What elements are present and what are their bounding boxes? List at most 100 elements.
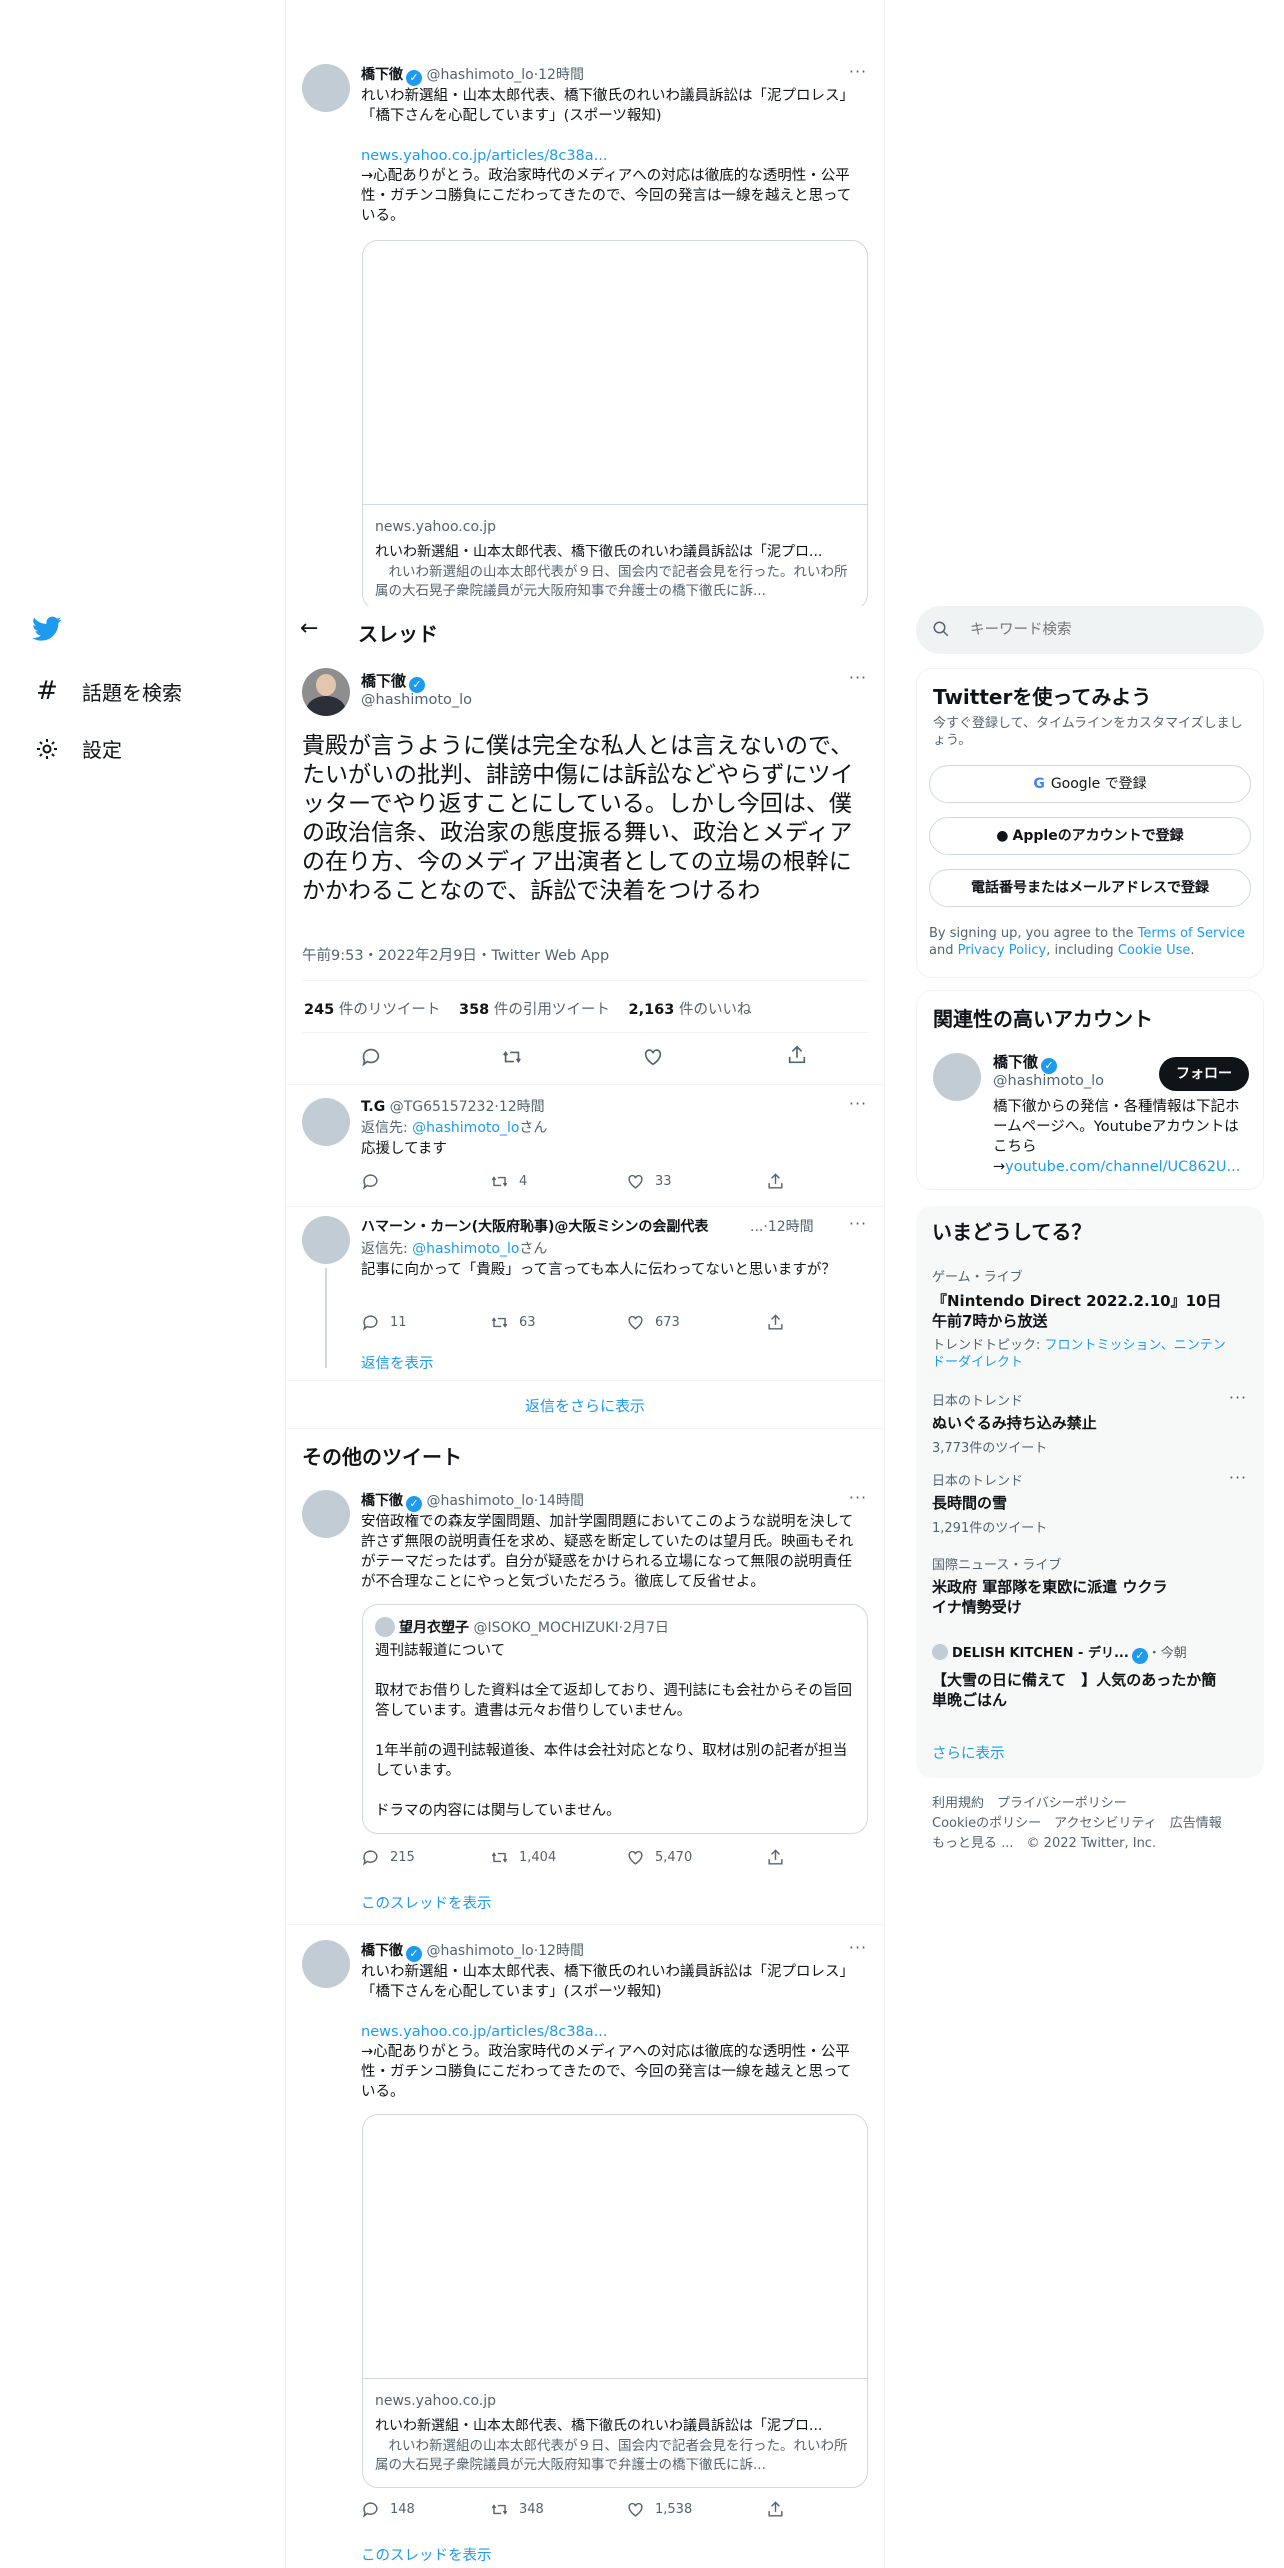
like-stat[interactable]: 2,163 件のいいね bbox=[629, 1002, 752, 1018]
avatar[interactable] bbox=[302, 64, 350, 112]
search-bar[interactable] bbox=[916, 606, 1264, 654]
author-name[interactable]: 橋下徹 bbox=[361, 1493, 403, 1509]
search-input[interactable] bbox=[970, 618, 1250, 642]
related-name[interactable]: 橋下徹 bbox=[993, 1053, 1038, 1071]
retweet-stat[interactable]: 245 件のリツイート bbox=[304, 1002, 440, 1018]
author-handle[interactable]: @hashimoto_lo bbox=[426, 1943, 533, 1959]
quote-stat[interactable]: 358 件の引用ツイート bbox=[459, 1002, 610, 1018]
quoted-tweet[interactable]: 望月衣塑子 @ISOKO_MOCHIZUKI·2月7日 週刊誌報道について 取材… bbox=[362, 1604, 868, 1834]
cookie-link[interactable]: Cookie Use bbox=[1118, 943, 1191, 958]
more-options-icon[interactable]: ··· bbox=[848, 64, 868, 86]
tweet-time[interactable]: 12時間 bbox=[538, 1943, 584, 1959]
reply-button[interactable]: 11 bbox=[361, 1313, 407, 1332]
share-button[interactable] bbox=[766, 1172, 785, 1191]
google-signup-button[interactable]: G Google で登録 bbox=[929, 765, 1251, 803]
footer-ads-link[interactable]: 広告情報 bbox=[1170, 1816, 1222, 1831]
reply-to-link[interactable]: @hashimoto_lo bbox=[412, 1120, 519, 1136]
reply-icon[interactable] bbox=[360, 1046, 382, 1072]
retweet-icon[interactable] bbox=[500, 1046, 524, 1072]
like-button[interactable]: 1,538 bbox=[626, 2500, 692, 2519]
link-card[interactable]: news.yahoo.co.jp れいわ新選組・山本太郎代表、橋下徹氏のれいわ議… bbox=[362, 240, 868, 610]
footer-cookie-link[interactable]: Cookieのポリシー bbox=[932, 1816, 1041, 1831]
more-options-icon[interactable]: ··· bbox=[848, 1096, 868, 1118]
more-options-icon[interactable]: ··· bbox=[1228, 1470, 1248, 1492]
like-button[interactable]: 33 bbox=[626, 1172, 672, 1191]
show-replies-link[interactable]: 返信を表示 bbox=[361, 1352, 434, 1373]
nav-explore[interactable]: # 話題を検索 bbox=[32, 676, 182, 706]
tweet-link[interactable]: news.yahoo.co.jp/articles/8c38a... bbox=[361, 2022, 608, 2042]
avatar[interactable] bbox=[302, 1216, 350, 1264]
reply-to-link[interactable]: @hashimoto_lo bbox=[412, 1241, 519, 1257]
tweet-link[interactable]: news.yahoo.co.jp/articles/8c38a... bbox=[361, 146, 608, 166]
author-name[interactable]: 橋下徹 bbox=[361, 1943, 403, 1959]
author-handle[interactable]: @hashimoto_lo bbox=[426, 1493, 533, 1509]
author-name[interactable]: T.G bbox=[361, 1099, 385, 1115]
author-name[interactable]: ハマーン・カーン(大阪府恥事)@大阪ミシンの会副代表 bbox=[361, 1219, 708, 1235]
share-button[interactable] bbox=[766, 1313, 785, 1332]
retweet-button[interactable]: 1,404 bbox=[490, 1848, 556, 1867]
avatar[interactable] bbox=[302, 1940, 350, 1988]
related-handle[interactable]: @hashimoto_lo bbox=[993, 1073, 1104, 1089]
more-options-icon[interactable]: ··· bbox=[848, 1490, 868, 1512]
show-more-replies-link[interactable]: 返信をさらに表示 bbox=[286, 1395, 884, 1416]
tweet-time[interactable]: 12時間 bbox=[538, 67, 584, 83]
reply-button[interactable] bbox=[361, 1172, 390, 1191]
author-handle[interactable]: ... bbox=[750, 1219, 763, 1235]
like-icon[interactable] bbox=[642, 1046, 664, 1072]
more-options-icon[interactable]: ··· bbox=[848, 1940, 868, 1962]
back-arrow-icon[interactable]: ← bbox=[300, 616, 318, 641]
related-name-row[interactable]: 橋下徹 ✓ bbox=[993, 1051, 1058, 1074]
footer-terms-link[interactable]: 利用規約 bbox=[932, 1796, 984, 1811]
trend-item[interactable]: DELISH KITCHEN - デリ... ✓ ・今朝 【大雪の日に備えて 】人気… bbox=[932, 1644, 1232, 1710]
show-thread-link[interactable]: このスレッドを表示 bbox=[361, 1892, 492, 1913]
nav-settings[interactable]: 設定 bbox=[32, 734, 122, 763]
footer-accessibility-link[interactable]: アクセシビリティ bbox=[1054, 1816, 1157, 1831]
footer-privacy-link[interactable]: プライバシーポリシー bbox=[997, 1796, 1127, 1811]
retweet-button[interactable]: 4 bbox=[490, 1172, 527, 1191]
more-options-icon[interactable]: ··· bbox=[848, 670, 868, 692]
reply-button[interactable]: 148 bbox=[361, 2500, 415, 2519]
avatar[interactable] bbox=[302, 1098, 350, 1146]
author-handle[interactable]: @hashimoto_lo bbox=[426, 67, 533, 83]
trend-item[interactable]: ゲーム・ライブ 『Nintendo Direct 2022.2.10』10日午前… bbox=[932, 1266, 1232, 1371]
link-card[interactable]: news.yahoo.co.jp れいわ新選組・山本太郎代表、橋下徹氏のれいわ議… bbox=[362, 2114, 868, 2488]
share-icon[interactable] bbox=[786, 1044, 808, 1070]
avatar[interactable] bbox=[302, 668, 350, 716]
tweet-time[interactable]: 12時間 bbox=[768, 1219, 814, 1235]
author-name[interactable]: 橋下徹 bbox=[361, 672, 406, 690]
author-name[interactable]: 橋下徹 bbox=[361, 67, 403, 83]
trend-item[interactable]: 日本のトレンド 長時間の雪 1,291件のツイート bbox=[932, 1470, 1232, 1536]
tweet-time[interactable]: 14時間 bbox=[538, 1493, 584, 1509]
like-button[interactable]: 673 bbox=[626, 1313, 680, 1332]
card-description: れいわ新選組の山本太郎代表が９日、国会内で記者会見を行った。れいわ所属の大石晃子… bbox=[375, 564, 848, 599]
share-button[interactable] bbox=[766, 2500, 785, 2519]
trend-item[interactable]: 国際ニュース・ライブ 米政府 軍部隊を東欧に派遣 ウクライナ情勢受け bbox=[932, 1554, 1172, 1617]
trend-item[interactable]: 日本のトレンド ぬいぐるみ持ち込み禁止 3,773件のツイート bbox=[932, 1390, 1232, 1456]
apple-signup-button[interactable]: ● Appleのアカウントで登録 bbox=[929, 817, 1251, 855]
like-icon bbox=[628, 2502, 643, 2517]
footer-more-link[interactable]: もっと見る ... bbox=[932, 1836, 1014, 1851]
author-handle[interactable]: @hashimoto_lo bbox=[361, 692, 472, 708]
terms-link[interactable]: Terms of Service bbox=[1138, 926, 1245, 941]
share-button[interactable] bbox=[766, 1848, 785, 1867]
more-options-icon[interactable]: ··· bbox=[1228, 1390, 1248, 1412]
retweet-button[interactable]: 348 bbox=[490, 2500, 544, 2519]
tweet-time[interactable]: 12時間 bbox=[499, 1099, 545, 1115]
like-button[interactable]: 5,470 bbox=[626, 1848, 692, 1867]
privacy-link[interactable]: Privacy Policy bbox=[958, 943, 1047, 958]
reply-icon bbox=[362, 1174, 378, 1190]
related-bio-link[interactable]: youtube.com/channel/UC862U... bbox=[1005, 1159, 1240, 1175]
follow-button[interactable]: フォロー bbox=[1159, 1057, 1249, 1091]
avatar[interactable] bbox=[302, 1490, 350, 1538]
twitter-logo-icon[interactable] bbox=[32, 616, 62, 646]
share-icon bbox=[768, 1173, 783, 1189]
author-handle[interactable]: @TG65157232 bbox=[390, 1099, 495, 1115]
phone-signup-button[interactable]: 電話番号またはメールアドレスで登録 bbox=[929, 869, 1251, 907]
reply-button[interactable]: 215 bbox=[361, 1848, 415, 1867]
avatar[interactable] bbox=[933, 1053, 981, 1101]
more-options-icon[interactable]: ··· bbox=[848, 1216, 868, 1238]
show-thread-link[interactable]: このスレッドを表示 bbox=[361, 2544, 492, 2565]
author-name-row[interactable]: 橋下徹 ✓ bbox=[361, 670, 426, 693]
show-more-trends-link[interactable]: さらに表示 bbox=[932, 1742, 1005, 1763]
retweet-button[interactable]: 63 bbox=[490, 1313, 536, 1332]
